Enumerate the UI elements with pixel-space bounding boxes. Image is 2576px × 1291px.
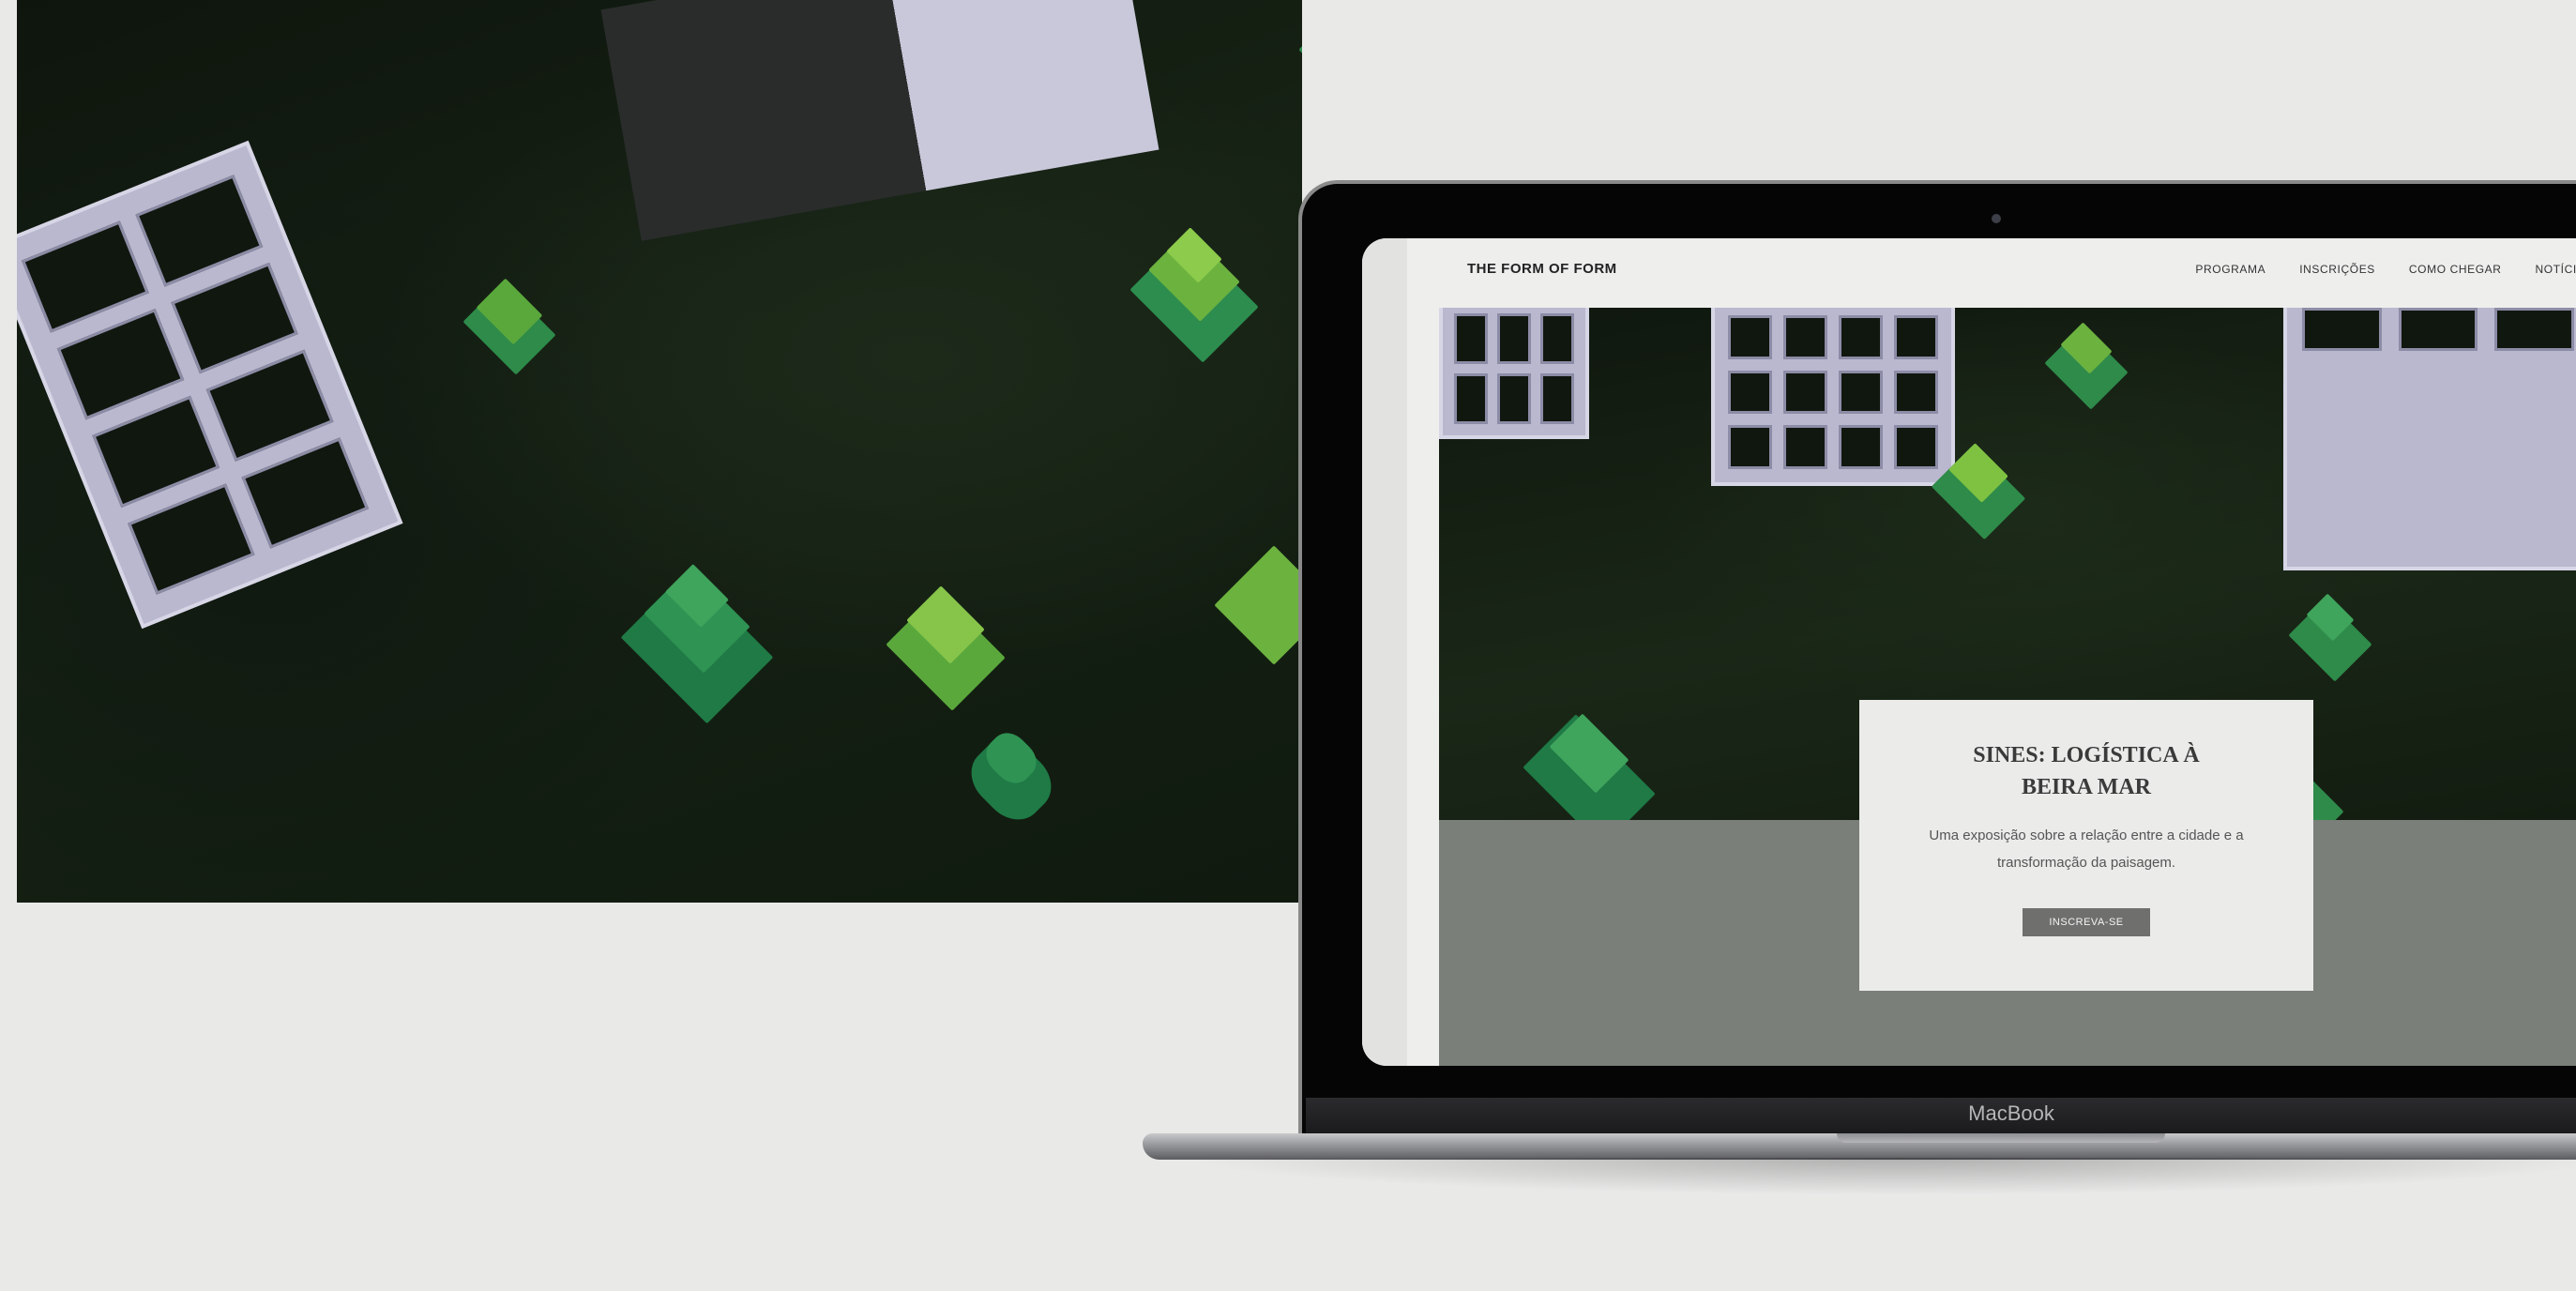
nav-item-como-chegar[interactable]: COMO CHEGAR [2409,263,2502,276]
site-nav: PROGRAMA INSCRIÇÕES COMO CHEGAR NOTÍCIAS [2195,263,2576,276]
hero-description: Uma exposição sobre a relação entre a ci… [1929,828,2244,871]
laptop-mockup: THE FORM OF FORM PROGRAMA INSCRIÇÕES COM… [1143,180,2576,1195]
laptop-screen: THE FORM OF FORM PROGRAMA INSCRIÇÕES COM… [1362,238,2576,1066]
model-tree [1214,525,1302,665]
hero-card: SINES: LOGÍSTICA À BEIRA MAR Uma exposiç… [1859,700,2313,991]
model-tree [955,722,1068,832]
laptop-brand-label: MacBook [1968,1101,2054,1125]
nav-item-noticias[interactable]: NOTÍCIAS [2536,263,2576,276]
hero-model-tree [1927,439,2030,542]
nav-item-programa[interactable]: PROGRAMA [2195,263,2265,276]
hero-model-tree [2039,317,2133,420]
laptop-shadow [1186,1158,2576,1195]
model-tree [880,582,1011,713]
model-building-block [600,0,1159,241]
signup-button[interactable]: INSCREVA-SE [2023,908,2150,936]
model-tree [1124,225,1265,363]
hero-model-building [1711,308,1955,486]
model-tree [458,272,561,375]
camera-icon [1992,214,2001,223]
model-tree [1293,0,1302,122]
hero-title: SINES: LOGÍSTICA À BEIRA MAR [1973,743,2200,799]
background-photo [17,0,1302,903]
nav-item-inscricoes[interactable]: INSCRIÇÕES [2299,263,2375,276]
site-logo[interactable]: THE FORM OF FORM [1467,261,1617,277]
laptop-chin [1306,1098,2576,1135]
hero-model-building [1439,308,1589,439]
hero-model-tree [1514,711,1664,820]
model-tree [617,563,777,724]
hero-model-building [2283,308,2576,570]
site-header: THE FORM OF FORM PROGRAMA INSCRIÇÕES COM… [1437,238,2576,308]
laptop-opening-notch [1837,1133,2165,1143]
screen-side-strip [1362,238,1407,1066]
model-building [17,140,403,630]
hero-model-tree [2283,589,2377,692]
